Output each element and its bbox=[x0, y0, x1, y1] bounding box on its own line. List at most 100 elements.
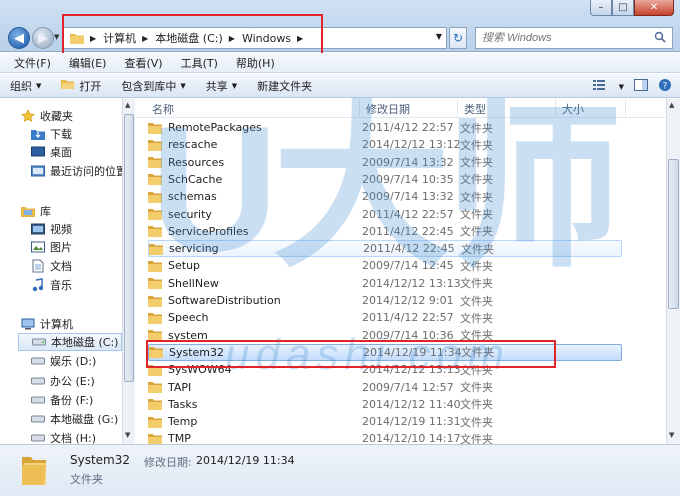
nav-drive-h-label: 文档 (H:) bbox=[50, 432, 97, 444]
share-button[interactable]: 共享 ▼ bbox=[206, 78, 237, 94]
nav-computer[interactable]: 计算机 bbox=[20, 315, 73, 333]
file-row[interactable]: Setup 2009/7/14 12:45 文件夹 bbox=[148, 257, 622, 274]
nav-scroll-thumb[interactable] bbox=[124, 114, 134, 382]
menu-help[interactable]: 帮助(H) bbox=[228, 55, 285, 71]
file-row[interactable]: servicing 2011/4/12 22:45 文件夹 bbox=[148, 240, 622, 258]
file-list-scroll-thumb[interactable] bbox=[668, 159, 679, 309]
forward-button[interactable]: ▶ bbox=[32, 27, 54, 49]
breadcrumb-drive-c[interactable]: 本地磁盘 (C:) bbox=[153, 28, 224, 48]
open-button[interactable]: 打开 bbox=[61, 78, 101, 94]
view-dropdown-icon[interactable]: ▼ bbox=[619, 83, 624, 91]
search-icon[interactable] bbox=[654, 31, 666, 46]
file-row[interactable]: Tasks 2014/12/12 11:40 文件夹 bbox=[148, 396, 622, 413]
file-type: 文件夹 bbox=[460, 156, 493, 170]
details-date-label: 修改日期: bbox=[144, 456, 192, 469]
column-type[interactable]: 类型 bbox=[458, 99, 556, 118]
nav-desktop[interactable]: 桌面 bbox=[30, 143, 72, 161]
folder-icon bbox=[148, 156, 162, 169]
file-row[interactable]: security 2011/4/12 22:57 文件夹 bbox=[148, 206, 622, 223]
nav-pictures[interactable]: 图片 bbox=[30, 238, 72, 256]
nav-videos-label: 视频 bbox=[50, 223, 72, 236]
nav-libraries[interactable]: 库 bbox=[20, 202, 51, 220]
file-row[interactable]: schemas 2009/7/14 13:32 文件夹 bbox=[148, 188, 622, 205]
nav-drive-c-label: 本地磁盘 (C:) bbox=[51, 336, 119, 349]
nav-favorites-label: 收藏夹 bbox=[40, 110, 73, 123]
nav-drive-h[interactable]: 文档 (H:) bbox=[30, 429, 96, 444]
back-button[interactable]: ◀ bbox=[8, 27, 30, 49]
menu-file[interactable]: 文件(F) bbox=[6, 55, 61, 71]
view-options-icon[interactable] bbox=[592, 79, 609, 94]
file-row[interactable]: SoftwareDistribution 2014/12/12 9:01 文件夹 bbox=[148, 292, 622, 309]
file-name: Speech bbox=[168, 311, 209, 325]
nav-drive-g[interactable]: 本地磁盘 (G:) bbox=[30, 410, 118, 428]
nav-scrollbar[interactable]: ▲ ▼ bbox=[122, 99, 135, 444]
nav-drive-e-label: 办公 (E:) bbox=[50, 375, 95, 388]
menu-view[interactable]: 查看(V) bbox=[116, 55, 172, 71]
scroll-up-icon[interactable]: ▲ bbox=[669, 101, 674, 109]
help-icon[interactable]: ? bbox=[658, 78, 672, 95]
file-type: 文件夹 bbox=[460, 415, 493, 429]
address-bar[interactable]: ▶ 计算机 ▶ 本地磁盘 (C:) ▶ Windows ▶ ▼ bbox=[63, 27, 447, 49]
file-row[interactable]: ShellNew 2014/12/12 13:13 文件夹 bbox=[148, 275, 622, 292]
breadcrumb-windows[interactable]: Windows bbox=[240, 28, 293, 48]
history-dropdown-icon[interactable]: ▼ bbox=[54, 33, 59, 41]
file-type: 文件夹 bbox=[460, 138, 493, 152]
nav-videos[interactable]: 视频 bbox=[30, 220, 72, 238]
breadcrumb-chevron-icon[interactable]: ▶ bbox=[90, 34, 96, 43]
close-button[interactable]: ✕ bbox=[634, 0, 674, 16]
nav-drive-c[interactable]: 本地磁盘 (C:) bbox=[18, 333, 122, 351]
file-date: 2014/12/12 13:12 bbox=[362, 138, 461, 152]
file-row[interactable]: Temp 2014/12/19 11:31 文件夹 bbox=[148, 413, 622, 430]
maximize-button[interactable]: □ bbox=[612, 0, 634, 16]
file-row[interactable]: system 2009/7/14 10:36 文件夹 bbox=[148, 327, 622, 344]
folder-icon bbox=[148, 208, 162, 220]
nav-drive-f[interactable]: 备份 (F:) bbox=[30, 391, 93, 409]
nav-downloads[interactable]: 下载 bbox=[30, 125, 72, 143]
file-row[interactable]: System32 2014/12/19 11:34 文件夹 bbox=[148, 343, 622, 361]
file-row[interactable]: SysWOW64 2014/12/12 13:13 文件夹 bbox=[148, 361, 622, 378]
address-dropdown-icon[interactable]: ▼ bbox=[436, 32, 442, 41]
folder-icon bbox=[148, 312, 162, 324]
breadcrumb-chevron-icon[interactable]: ▶ bbox=[229, 34, 235, 43]
organize-button[interactable]: 组织 ▼ bbox=[10, 78, 41, 94]
file-row[interactable]: TMP 2014/12/10 14:17 文件夹 bbox=[148, 430, 622, 444]
file-name-cell: Temp bbox=[148, 415, 362, 428]
breadcrumb-chevron-icon[interactable]: ▶ bbox=[142, 34, 148, 43]
nav-documents[interactable]: 文档 bbox=[30, 257, 72, 275]
file-list-scrollbar[interactable]: ▲ ▼ bbox=[666, 99, 680, 444]
nav-drive-e[interactable]: 办公 (E:) bbox=[30, 372, 95, 390]
search-box[interactable] bbox=[475, 27, 673, 49]
file-date: 2014/12/12 13:13 bbox=[362, 363, 461, 377]
scroll-up-icon[interactable]: ▲ bbox=[125, 101, 130, 109]
nav-recent[interactable]: 最近访问的位置 bbox=[30, 162, 122, 180]
file-row[interactable]: SchCache 2009/7/14 10:35 文件夹 bbox=[148, 171, 622, 188]
column-size[interactable]: 大小 bbox=[556, 99, 626, 118]
refresh-button[interactable]: ↻ bbox=[449, 27, 467, 49]
menu-tools[interactable]: 工具(T) bbox=[173, 55, 228, 71]
scroll-down-icon[interactable]: ▼ bbox=[125, 431, 130, 439]
breadcrumb-computer[interactable]: 计算机 bbox=[101, 28, 138, 48]
nav-music[interactable]: 音乐 bbox=[30, 276, 72, 294]
file-date: 2011/4/12 22:45 bbox=[363, 242, 455, 256]
menu-edit[interactable]: 编辑(E) bbox=[61, 55, 117, 71]
search-input[interactable] bbox=[482, 32, 642, 44]
new-folder-button[interactable]: 新建文件夹 bbox=[257, 78, 312, 94]
file-row[interactable]: TAPI 2009/7/14 12:57 文件夹 bbox=[148, 379, 622, 396]
file-row[interactable]: rescache 2014/12/12 13:12 文件夹 bbox=[148, 136, 622, 153]
column-date[interactable]: 修改日期 bbox=[360, 99, 458, 118]
include-library-button[interactable]: 包含到库中 ▼ bbox=[121, 78, 185, 94]
minimize-button[interactable]: – bbox=[590, 0, 612, 16]
file-row[interactable]: ServiceProfiles 2011/4/12 22:45 文件夹 bbox=[148, 223, 622, 240]
file-row[interactable]: Resources 2009/7/14 13:32 文件夹 bbox=[148, 154, 622, 171]
file-row[interactable]: RemotePackages 2011/4/12 22:57 文件夹 bbox=[148, 119, 622, 136]
file-type: 文件夹 bbox=[460, 277, 493, 291]
folder-icon bbox=[20, 451, 48, 490]
file-row[interactable]: Speech 2011/4/12 22:57 文件夹 bbox=[148, 309, 622, 326]
scroll-down-icon[interactable]: ▼ bbox=[669, 431, 674, 439]
folder-icon bbox=[148, 364, 162, 376]
breadcrumb-chevron-icon[interactable]: ▶ bbox=[297, 34, 303, 43]
nav-favorites[interactable]: 收藏夹 bbox=[20, 107, 73, 125]
column-name[interactable]: 名称 bbox=[136, 99, 360, 118]
nav-drive-d[interactable]: 娱乐 (D:) bbox=[30, 352, 96, 370]
preview-pane-icon[interactable] bbox=[634, 79, 648, 94]
